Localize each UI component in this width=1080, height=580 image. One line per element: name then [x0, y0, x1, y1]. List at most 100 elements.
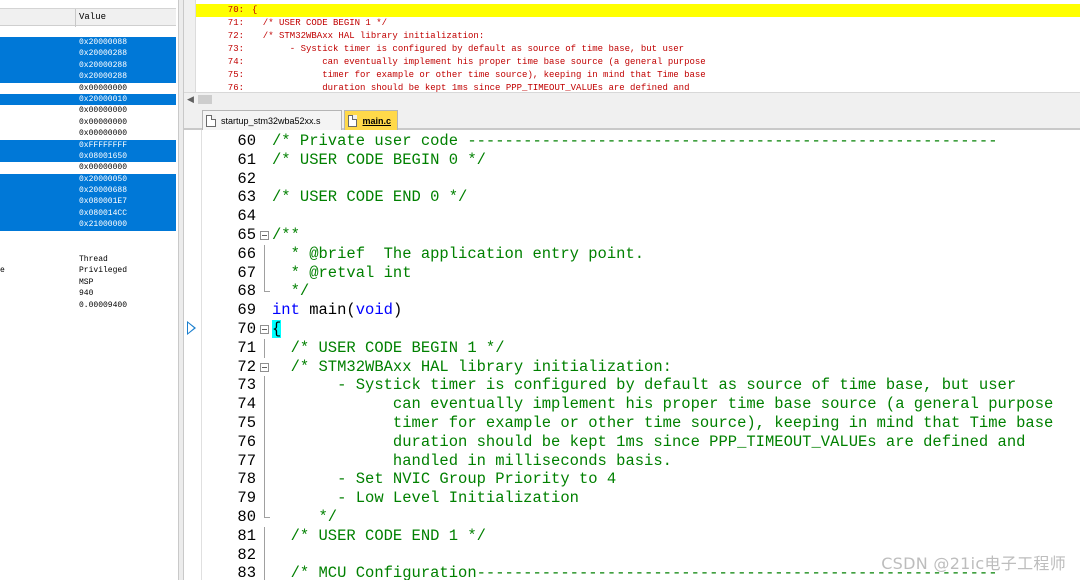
code-line[interactable]: 65 /**	[184, 226, 1080, 245]
line-number: 61	[237, 150, 256, 169]
register-row[interactable]: 0x00000000	[0, 162, 176, 173]
code-line[interactable]: 75 timer for example or other time sourc…	[184, 414, 1080, 433]
code-line[interactable]: 81 /* USER CODE END 1 */	[184, 526, 1080, 546]
code-line[interactable]: 63 /* USER CODE END 0 */	[184, 188, 1080, 207]
fold-collapse-icon[interactable]	[260, 362, 269, 372]
code-line[interactable]: 64	[184, 207, 1080, 226]
matched-brace: {	[272, 320, 282, 338]
register-row[interactable]: 0x00000000	[0, 117, 176, 128]
line-number: 65	[237, 226, 256, 244]
fold-guide	[264, 432, 265, 452]
mode-row[interactable]: MSP	[0, 278, 176, 289]
fold-guide	[264, 564, 265, 580]
code-line[interactable]: 66 * @brief The application entry point.	[184, 244, 1080, 264]
value-column-header[interactable]: Value	[79, 12, 106, 22]
code-comment: */	[272, 282, 310, 301]
code-keyword: int	[272, 301, 300, 320]
register-value: 0x20000010	[79, 94, 128, 104]
code-line[interactable]: 67 * @retval int	[184, 263, 1080, 283]
fold-collapse-icon[interactable]	[260, 231, 269, 240]
code-line[interactable]: 61 /* USER CODE BEGIN 0 */	[184, 151, 1080, 170]
disassembly-line-number: 72:	[227, 31, 244, 41]
code-editor[interactable]: 60 /* Private user code -----------------…	[184, 130, 1080, 580]
code-text: /* Private user code -------------------…	[272, 132, 998, 151]
code-line[interactable]: 74 can eventually implement his proper t…	[184, 395, 1080, 414]
register-row[interactable]: 0x20000050	[0, 173, 176, 186]
register-value: 0x00000000	[79, 106, 128, 116]
line-number: 68	[237, 282, 256, 301]
register-value: 0x00000000	[79, 129, 128, 139]
register-row[interactable]: 0x20000288	[0, 48, 176, 60]
disassembly-line[interactable]: 75: timer for example or other time sour…	[196, 69, 1080, 82]
mode-row[interactable]: 940	[0, 289, 176, 300]
register-row[interactable]: 0x00000000	[0, 83, 176, 94]
tab-startup-file[interactable]: startup_stm32wba52xx.s	[202, 110, 342, 130]
mode-value: MSP	[79, 277, 94, 287]
code-line[interactable]: 77 handled in milliseconds basis.	[184, 451, 1080, 471]
code-text: */	[272, 508, 338, 527]
code-line[interactable]: 70 {	[184, 320, 1080, 339]
register-row[interactable]: 0x20000288	[0, 59, 176, 72]
code-line[interactable]: 62	[184, 170, 1080, 189]
code-comment: /* USER CODE END 0 */	[272, 188, 468, 207]
registers-panel: Value 0x20000088 0x20000288 0x20000288 0x20…	[0, 0, 178, 580]
code-comment: - Low Level Initialization	[272, 489, 579, 508]
line-number: 70	[237, 320, 256, 338]
disassembly-line[interactable]: 72: /* STM32WBAxx HAL library initializa…	[196, 30, 1080, 43]
code-line[interactable]: 72 /* STM32WBAxx HAL library initializat…	[184, 358, 1080, 377]
tab-label: startup_stm32wba52xx.s	[221, 115, 321, 126]
code-line[interactable]: 73 - Systick timer is configured by defa…	[184, 376, 1080, 396]
register-row[interactable]: 0x20000288	[0, 71, 176, 83]
code-line[interactable]: 79 - Low Level Initialization	[184, 489, 1080, 508]
register-row[interactable]: 0x21000000	[0, 219, 176, 231]
disassembly-line-number: 75:	[227, 70, 244, 80]
scroll-left-icon[interactable]: ◀	[187, 93, 194, 106]
mode-row[interactable]: e Privileged	[0, 266, 176, 277]
disassembly-gutter[interactable]	[184, 0, 196, 92]
code-line[interactable]: 60 /* Private user code -----------------…	[184, 132, 1080, 151]
fold-collapse-icon[interactable]	[260, 325, 269, 334]
register-row[interactable]: 0x00000000	[0, 128, 176, 139]
register-row[interactable]: 0x080001E7	[0, 196, 176, 208]
code-text: handled in milliseconds basis.	[272, 452, 672, 471]
disassembly-line[interactable]: 71: /* USER CODE BEGIN 1 */	[196, 17, 1080, 30]
register-row[interactable]: 0x20000088	[0, 37, 176, 49]
code-line[interactable]: 69 int main(void)	[184, 301, 1080, 320]
mode-row[interactable]: 0.00009400	[0, 301, 176, 312]
scrollbar-thumb[interactable]	[198, 95, 212, 104]
disassembly-line[interactable]: 74: can eventually implement his proper …	[196, 56, 1080, 69]
disassembly-line-number: 70:	[227, 5, 244, 15]
line-number: 72	[237, 357, 256, 376]
line-number: 66	[237, 244, 256, 263]
register-row[interactable]: 0x080014CC	[0, 207, 176, 220]
code-line[interactable]: 68 */	[184, 282, 1080, 301]
register-row[interactable]: 0x08001650	[0, 150, 176, 163]
code-line[interactable]: 76 duration should be kept 1ms since PPP…	[184, 432, 1080, 452]
tab-main-c[interactable]: main.c	[344, 110, 398, 130]
fold-guide	[264, 489, 265, 508]
disassembly-line[interactable]: 73: - Systick timer is configured by def…	[196, 43, 1080, 56]
line-number: 82	[237, 545, 256, 564]
line-number: 73	[237, 376, 256, 395]
file-icon	[206, 114, 216, 127]
code-line[interactable]: 80 */	[184, 508, 1080, 527]
register-row[interactable]: 0x20000010	[0, 93, 176, 106]
column-divider[interactable]	[75, 9, 76, 27]
editor-tab-bar: startup_stm32wba52xx.s main.c	[184, 106, 1080, 130]
register-row[interactable]: 0x20000688	[0, 185, 176, 197]
code-comment: - Set NVIC Group Priority to 4	[272, 470, 617, 489]
code-comment: timer for example or other time source),…	[272, 414, 1054, 432]
line-number: 67	[237, 263, 256, 282]
register-row[interactable]: 0x00000000	[0, 105, 176, 116]
code-text: /* USER CODE END 1 */	[272, 527, 486, 546]
mode-row[interactable]: Thread	[0, 255, 176, 266]
disassembly-horizontal-scrollbar[interactable]: ◀	[184, 92, 1080, 106]
code-comment: /* STM32WBAxx HAL library initialization…	[272, 357, 672, 376]
code-text: * @retval int	[272, 264, 412, 283]
fold-end-guide	[264, 282, 270, 293]
disassembly-source-text: timer for example or other time source),…	[252, 70, 706, 80]
register-row[interactable]: 0xFFFFFFFF	[0, 139, 176, 151]
code-line[interactable]: 78 - Set NVIC Group Priority to 4	[184, 470, 1080, 490]
disassembly-line[interactable]: 70: {	[196, 4, 1080, 17]
code-line[interactable]: 71 /* USER CODE BEGIN 1 */	[184, 338, 1080, 358]
